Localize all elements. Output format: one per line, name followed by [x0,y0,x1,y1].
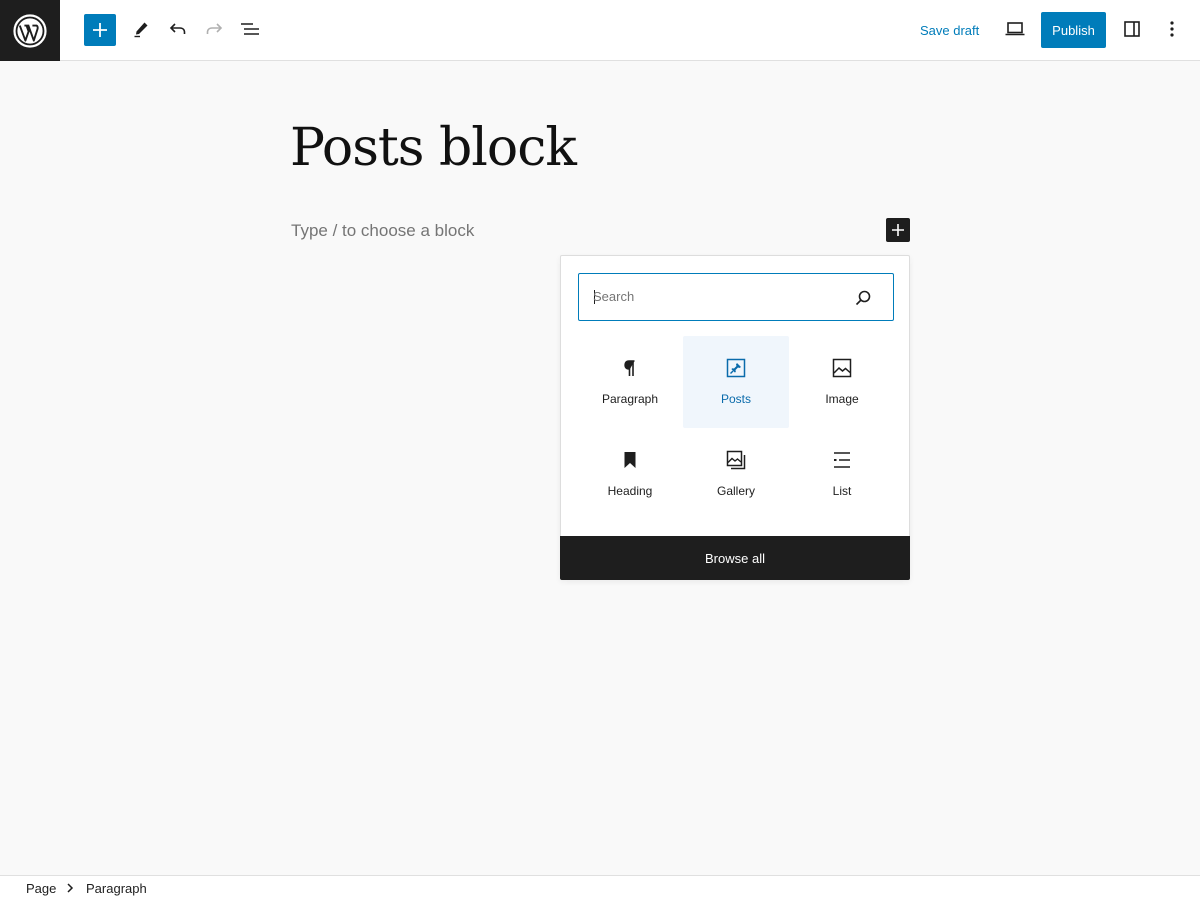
block-posts[interactable]: Posts [683,336,789,428]
block-list[interactable]: List [789,428,895,520]
breadcrumb-page[interactable]: Page [26,881,56,896]
block-label: Heading [607,484,653,498]
block-label: List [832,484,852,498]
chevron-right-icon [67,883,74,893]
list-icon [830,448,854,472]
block-inserter-toggle-button[interactable] [84,14,116,46]
block-label: Image [825,392,859,406]
block-placeholder[interactable]: Type / to choose a block [291,221,474,241]
post-title[interactable]: Posts block [290,118,577,178]
desktop-icon [1005,22,1025,36]
plus-icon [892,224,904,236]
block-label: Paragraph [601,392,659,406]
breadcrumb-paragraph[interactable]: Paragraph [86,881,147,896]
block-label: Posts [720,392,751,406]
list-view-icon [241,23,259,35]
plus-icon [93,23,107,37]
block-heading[interactable]: Heading [577,428,683,520]
publish-button[interactable]: Publish [1041,12,1106,48]
tools-button[interactable] [124,12,158,46]
bookmark-icon [618,448,642,472]
block-breadcrumb: Page Paragraph [0,875,1200,900]
sidebar-icon [1124,21,1140,37]
preview-button[interactable] [998,12,1032,46]
pencil-icon [134,22,148,38]
document-overview-button[interactable] [233,12,267,46]
settings-sidebar-toggle[interactable] [1115,12,1149,46]
block-gallery[interactable]: Gallery [683,428,789,520]
browse-all-button[interactable]: Browse all [560,536,910,580]
options-menu-button[interactable] [1155,12,1189,46]
gallery-icon [724,448,748,472]
block-search [578,273,894,321]
add-block-button[interactable] [886,218,910,242]
redo-button[interactable] [197,12,231,46]
wordpress-logo-icon[interactable] [0,0,60,61]
undo-button[interactable] [161,12,195,46]
block-search-input[interactable] [593,274,843,319]
block-image[interactable]: Image [789,336,895,428]
paragraph-icon [618,356,642,380]
more-vertical-icon [1170,21,1174,37]
pin-icon [724,356,748,380]
block-paragraph[interactable]: Paragraph [577,336,683,428]
block-label: Gallery [716,484,755,498]
save-draft-button[interactable]: Save draft [912,16,987,46]
search-icon [855,290,871,306]
editor-header: Save draft Publish [0,0,1200,61]
quick-inserter-popover: Paragraph Posts Image Heading Gallery [560,255,910,580]
image-icon [830,356,854,380]
undo-icon [169,23,186,34]
redo-icon [206,23,223,34]
